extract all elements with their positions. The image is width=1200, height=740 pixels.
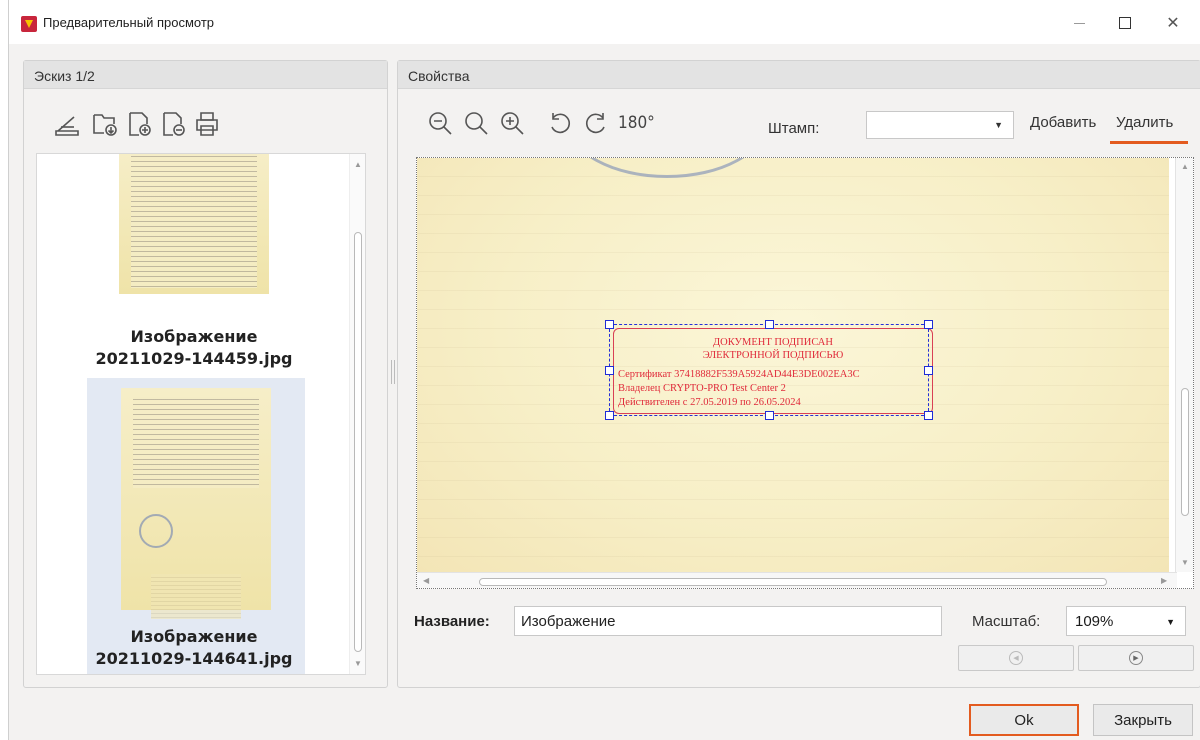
title-bar: Предварительный просмотр ✕ [9,0,1200,44]
previous-page-button[interactable]: ◀ [958,645,1074,671]
scroll-left-icon[interactable]: ◀ [423,576,429,585]
chevron-down-icon: ▼ [1166,617,1175,627]
previous-icon: ◀ [1009,651,1023,665]
zoom-out-icon[interactable] [426,109,454,137]
zoom-in-icon[interactable] [498,109,526,137]
scroll-down-icon[interactable]: ▼ [1181,558,1189,567]
stamp-selection-frame[interactable] [605,320,933,420]
resize-handle[interactable] [924,320,933,329]
properties-panel: Свойства 180° Штамп: ▼ Добавить Удалить [397,60,1200,688]
remove-page-icon[interactable] [158,109,188,139]
name-label: Название: [414,613,490,630]
rotate-right-icon[interactable] [582,109,610,137]
resize-handle[interactable] [924,411,933,420]
delete-stamp-link[interactable]: Удалить [1116,114,1173,131]
rotate-180-icon[interactable]: 180° [618,113,655,141]
stamp-select[interactable]: ▼ [866,111,1014,139]
add-page-icon[interactable] [124,109,154,139]
thumbnail-list[interactable]: Изображение 20211029-144459.jpg Изображе… [36,153,366,675]
printer-icon[interactable] [192,109,222,139]
thumbnail-image[interactable] [119,154,269,294]
thumbnails-panel: Эскиз 1/2 Изображение 20211029-144459.jp… [23,60,388,688]
preview-horizontal-scrollbar[interactable]: ◀ ▶ [417,572,1177,588]
chevron-down-icon: ▼ [994,120,1003,130]
close-window-button[interactable]: ✕ [1153,10,1193,36]
panel-splitter[interactable] [391,360,395,384]
scale-select[interactable]: 109% ▼ [1066,606,1186,636]
scroll-up-icon[interactable]: ▲ [354,160,362,169]
maximize-button[interactable] [1105,10,1145,36]
stamp-label: Штамп: [768,120,820,137]
thumbnail-caption-selected: Изображение 20211029-144641.jpg [95,627,293,668]
scanner-icon[interactable] [52,109,82,139]
delete-highlight [1110,141,1188,144]
close-button[interactable]: Закрыть [1093,704,1193,736]
next-page-button[interactable]: ▶ [1078,645,1194,671]
resize-handle[interactable] [605,366,614,375]
add-stamp-link[interactable]: Добавить [1030,114,1096,131]
rotate-left-icon[interactable] [546,109,574,137]
resize-handle[interactable] [605,411,614,420]
scroll-up-icon[interactable]: ▲ [1181,162,1189,171]
document-preview[interactable]: ДОКУМЕНТ ПОДПИСАН ЭЛЕКТРОННОЙ ПОДПИСЬЮ С… [416,157,1194,589]
properties-panel-header: Свойства [398,61,1200,89]
minimize-button[interactable] [1059,10,1099,36]
resize-handle[interactable] [924,366,933,375]
preview-window: Предварительный просмотр ✕ Эскиз 1/2 Изо… [8,0,1200,740]
thumbnail-image-selected[interactable] [121,388,271,619]
ok-button[interactable]: Ok [969,704,1079,736]
scroll-right-icon[interactable]: ▶ [1161,576,1167,585]
next-icon: ▶ [1129,651,1143,665]
document-page: ДОКУМЕНТ ПОДПИСАН ЭЛЕКТРОННОЙ ПОДПИСЬЮ С… [417,158,1169,572]
thumbnail-scrollbar[interactable]: ▲ ▼ [349,154,365,674]
window-title: Предварительный просмотр [43,15,215,30]
seal-mark [567,158,767,178]
scale-value: 109% [1075,613,1114,630]
name-field[interactable]: Изображение [514,606,942,636]
resize-handle[interactable] [765,411,774,420]
resize-handle[interactable] [765,320,774,329]
preview-vertical-scrollbar[interactable]: ▲ ▼ [1175,158,1193,572]
scroll-down-icon[interactable]: ▼ [354,659,362,668]
app-logo-icon [21,16,37,32]
thumbnail-caption: Изображение 20211029-144459.jpg [95,327,293,368]
folder-open-icon[interactable] [90,109,120,139]
scale-label: Масштаб: [972,613,1041,630]
resize-handle[interactable] [605,320,614,329]
zoom-reset-icon[interactable] [462,109,490,137]
thumbnails-panel-header: Эскиз 1/2 [24,61,387,89]
